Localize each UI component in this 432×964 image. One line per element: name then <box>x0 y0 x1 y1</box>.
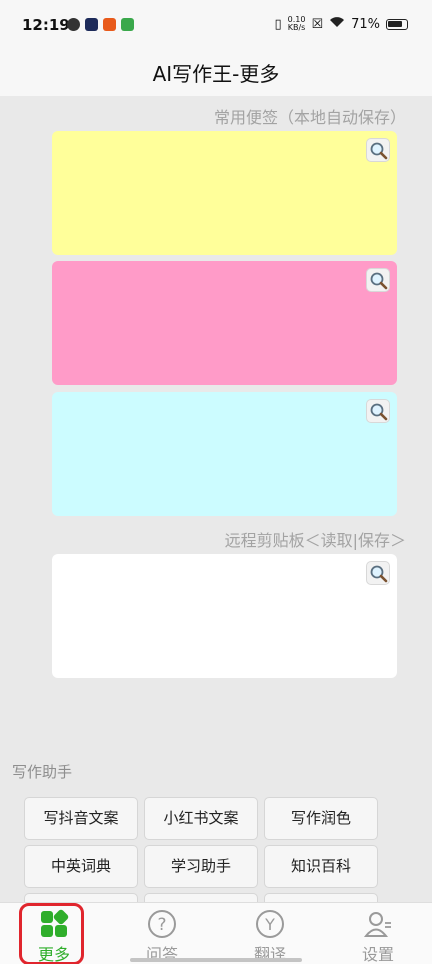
vibrate-icon: ▯ <box>274 16 282 32</box>
net-speed: 0.10 KB/s <box>287 15 306 32</box>
magnifier-icon <box>370 565 388 583</box>
status-time: 12:19 <box>22 16 70 34</box>
notes-section-label: 常用便签（本地自动保存） <box>213 108 406 127</box>
note-pink[interactable] <box>52 261 397 385</box>
assistant-section-label: 写作助手 <box>12 763 73 781</box>
clipboard-section-label: 远程剪贴板＜读取|保存＞ <box>224 531 406 550</box>
app-notification-icon <box>85 18 98 31</box>
battery-icon <box>386 18 408 30</box>
nav-more[interactable]: 更多 <box>0 903 108 964</box>
gesture-home-bar[interactable] <box>130 958 302 962</box>
zoom-button[interactable] <box>366 268 390 292</box>
button-xiaohongshu-copy[interactable]: 小红书文案 <box>144 797 258 840</box>
button-encyclopedia[interactable]: 知识百科 <box>264 845 378 888</box>
question-circle-icon: ? <box>148 910 176 938</box>
title-bar: AI写作王-更多 <box>0 48 432 96</box>
wifi-icon <box>329 16 345 32</box>
nav-translate[interactable]: Y 翻译 <box>216 903 324 964</box>
nav-settings-label: 设置 <box>361 945 394 964</box>
magnifier-icon <box>370 272 388 290</box>
grid-apps-icon <box>41 909 69 937</box>
status-right: ▯ 0.10 KB/s ☒ 71% <box>274 16 408 32</box>
magnifier-icon <box>370 403 388 421</box>
svg-text:?: ? <box>157 915 166 935</box>
note-cyan[interactable] <box>52 392 397 516</box>
nav-more-label: 更多 <box>37 945 70 964</box>
button-polish-writing[interactable]: 写作润色 <box>264 797 378 840</box>
zoom-button[interactable] <box>366 399 390 423</box>
battery-text: 71% <box>351 16 380 32</box>
notification-icons <box>67 18 134 31</box>
translate-y-icon: Y <box>256 910 284 938</box>
note-yellow[interactable] <box>52 131 397 255</box>
zoom-button[interactable] <box>366 138 390 162</box>
nav-qa[interactable]: ? 问答 <box>108 903 216 964</box>
note-clipboard[interactable] <box>52 554 397 678</box>
button-douyin-copy[interactable]: 写抖音文案 <box>24 797 138 840</box>
app-notification-icon <box>67 18 80 31</box>
app-notification-icon <box>121 18 134 31</box>
page-title: AI写作王-更多 <box>152 62 280 86</box>
no-sim-icon: ☒ <box>311 16 324 32</box>
status-bar: 12:19 ▯ 0.10 KB/s ☒ 71% <box>0 0 432 48</box>
user-settings-icon <box>363 912 391 937</box>
bottom-nav: 更多 ? 问答 Y 翻译 设置 <box>0 902 432 964</box>
magnifier-icon <box>370 142 388 160</box>
svg-text:Y: Y <box>264 915 275 934</box>
zoom-button[interactable] <box>366 561 390 585</box>
button-dictionary[interactable]: 中英词典 <box>24 845 138 888</box>
button-study-helper[interactable]: 学习助手 <box>144 845 258 888</box>
app-notification-icon <box>103 18 116 31</box>
nav-settings[interactable]: 设置 <box>324 903 432 964</box>
